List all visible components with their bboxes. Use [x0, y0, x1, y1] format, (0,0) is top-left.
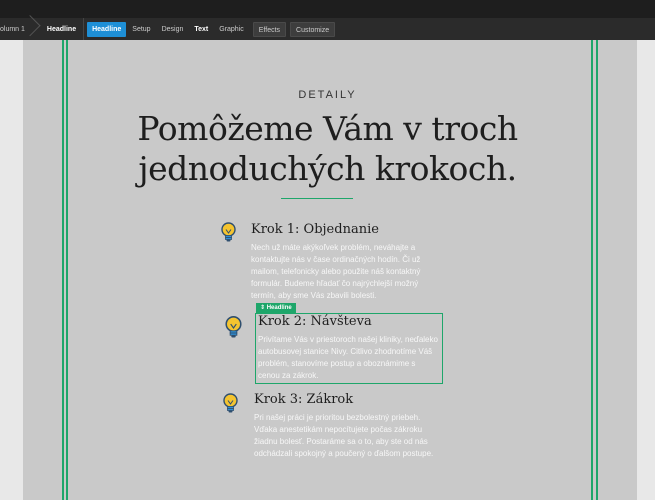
customize-button[interactable]: Customize — [290, 21, 336, 37]
top-strip — [0, 0, 655, 18]
step-1-line: Nech už máte akýkoľvek problém, neváhajt… — [251, 243, 416, 252]
lightbulb-icon — [220, 222, 237, 249]
step-3-title[interactable]: Krok 3: Zákrok — [254, 392, 353, 407]
breadcrumb-headline[interactable]: Headline — [39, 18, 83, 40]
section-eyebrow[interactable]: DETAILY — [0, 89, 655, 101]
selected-element-tag[interactable]: ⇕ Headline — [256, 303, 296, 313]
step-1-line: kontaktujte nás v čase ordinačných hodín… — [251, 255, 421, 264]
lightbulb-icon — [224, 314, 243, 347]
editor-toolbar: olumn 1 Headline Headline Setup Design T… — [0, 18, 655, 40]
selected-element-outline — [255, 313, 443, 384]
breadcrumb-headline-label: Headline — [46, 25, 77, 33]
selected-element-tag-label: Headline — [266, 305, 292, 311]
step-1-title[interactable]: Krok 1: Objednanie — [251, 222, 379, 237]
tab-headline[interactable]: Headline — [87, 21, 127, 37]
step-1-line: termín, aby sme Vás zbavili bolesti. — [251, 291, 377, 300]
step-3-body[interactable]: Pri našej práci je prioritou bezbolestný… — [254, 412, 454, 460]
headline-divider — [281, 198, 353, 199]
headline-line-2: jednoduchých krokoch. — [138, 149, 517, 188]
breadcrumb-separator — [31, 18, 39, 40]
lightbulb-icon — [222, 393, 239, 420]
headline-line-1: Pomôžeme Vám v troch — [137, 109, 518, 148]
tab-graphic[interactable]: Graphic — [214, 22, 249, 37]
step-1-line: formulár. Budeme hľadať čo najrýchlejší … — [251, 279, 419, 288]
tab-design[interactable]: Design — [157, 22, 189, 37]
step-3-line: odchádzali spokojný a poučený o ďalšom p… — [254, 449, 434, 458]
tab-text[interactable]: Text — [189, 22, 213, 37]
step-1-line: mailom, telefonicky alebo použite náš ko… — [251, 267, 421, 276]
tab-setup[interactable]: Setup — [127, 22, 155, 37]
step-1-body[interactable]: Nech už máte akýkoľvek problém, neváhajt… — [251, 242, 461, 302]
step-3-line: Pri našej práci je prioritou bezbolestný… — [254, 413, 421, 422]
step-3-line: Vďaka anestetikám nepocítujete počas zák… — [254, 425, 423, 434]
toolbar-divider — [83, 18, 85, 40]
effects-button[interactable]: Effects — [252, 21, 287, 37]
section-headline[interactable]: Pomôžeme Vám v troch jednoduchých krokoc… — [0, 109, 655, 189]
step-3-line: žiadnu bolesť. Postaráme sa o to, aby st… — [254, 437, 428, 446]
